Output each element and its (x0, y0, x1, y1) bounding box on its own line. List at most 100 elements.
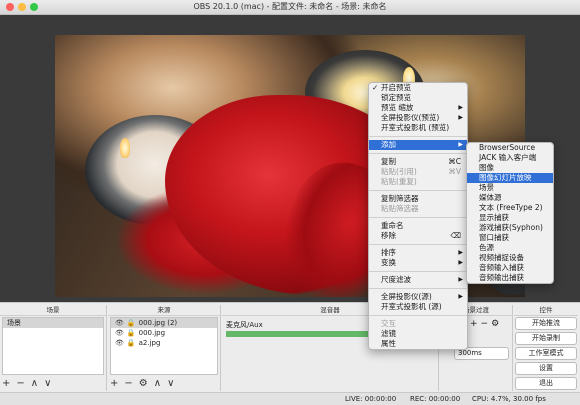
menu-item[interactable]: 锁定预览 (369, 93, 467, 103)
menu-item[interactable]: 变换 ▶ (369, 258, 467, 268)
menu-item-label: 预览 缩放 (381, 103, 414, 112)
menu-item[interactable]: 复制筛选器 (369, 194, 467, 204)
context-menu: ✓ 开启预览 锁定预览 预览 缩放 ▶ 全屏投影仪(预览) ▶ 开室式投影机 (预览) 添加 ▶ 复… (368, 82, 468, 350)
sources-list[interactable]: 👁 🔒 000.jpg (2) 👁 🔒 000.jpg 👁 🔒 a2.jpg (110, 317, 218, 375)
menu-item[interactable]: 复制 ⌘C (369, 157, 467, 167)
eye-icon[interactable]: 👁 (115, 328, 124, 338)
studio-mode-button[interactable]: 工作室模式 (515, 347, 577, 360)
eye-icon[interactable]: 👁 (115, 338, 124, 348)
menu-separator (369, 153, 467, 154)
menu-separator (369, 190, 467, 191)
controls-header: 控件 (514, 305, 578, 316)
list-item[interactable]: 👁 🔒 000.jpg (2) (111, 318, 217, 328)
move-up-icon[interactable]: ∧ (154, 378, 161, 389)
menu-item-label: 视频捕捉设备 (479, 253, 524, 262)
menu-item[interactable]: 游戏捕获(Syphon) (467, 223, 553, 233)
menu-item-label: 媒体源 (479, 193, 502, 202)
menu-item[interactable]: 开室式投影机 (源) (369, 302, 467, 312)
source-name: 000.jpg (2) (138, 319, 178, 327)
eye-icon[interactable]: 👁 (115, 318, 124, 328)
menu-item[interactable]: 尺度滤波 ▶ (369, 275, 467, 285)
menu-separator (369, 315, 467, 316)
checkmark-icon: ✓ (372, 83, 379, 92)
menu-item[interactable]: 音频输入捕获 (467, 263, 553, 273)
menu-item[interactable]: 排序 ▶ (369, 248, 467, 258)
minimize-window-button[interactable] (18, 3, 26, 11)
menu-item-label: 色源 (479, 243, 494, 252)
menu-item[interactable]: 媒体源 (467, 193, 553, 203)
settings-button[interactable]: 设置 (515, 362, 577, 375)
remove-icon[interactable]: − (481, 319, 489, 329)
menu-item[interactable]: 音频输出捕获 (467, 273, 553, 283)
menu-item-label: 文本 (FreeType 2) (479, 203, 543, 212)
source-name: 000.jpg (138, 329, 166, 337)
scenes-list[interactable]: 场景 (2, 317, 104, 375)
start-recording-button[interactable]: 开始录制 (515, 332, 577, 345)
menu-item[interactable]: 窗口捕获 (467, 233, 553, 243)
menu-item[interactable]: ✓ 开启预览 (369, 83, 467, 93)
menu-item-label: 复制筛选器 (381, 194, 419, 203)
close-window-button[interactable] (6, 3, 14, 11)
menu-item-label: 图像 (479, 163, 494, 172)
menu-item-label: 重命名 (381, 221, 404, 230)
menu-item[interactable]: BrowserSource (467, 143, 553, 153)
menu-separator (369, 271, 467, 272)
gear-icon[interactable]: ⚙ (491, 319, 499, 329)
menu-item[interactable]: 预览 缩放 ▶ (369, 103, 467, 113)
source-name: a2.jpg (138, 339, 161, 347)
menu-item-label: 移除 (381, 231, 396, 240)
menu-item[interactable]: 显示捕获 (467, 213, 553, 223)
menu-item-label: 复制 (381, 157, 396, 166)
menu-item-label: 锁定预览 (381, 93, 411, 102)
add-icon[interactable]: + (2, 378, 10, 389)
menu-separator (369, 217, 467, 218)
menu-item[interactable]: 文本 (FreeType 2) (467, 203, 553, 213)
menu-item-label: BrowserSource (479, 143, 536, 152)
menu-item-label: 粘贴(引用) (381, 167, 417, 176)
lock-icon[interactable]: 🔒 (127, 338, 136, 348)
menu-item[interactable]: 图像 (467, 163, 553, 173)
exit-button[interactable]: 退出 (515, 377, 577, 390)
menu-item-label: 滤镜 (381, 329, 396, 338)
list-item[interactable]: 👁 🔒 000.jpg (111, 328, 217, 338)
menu-item[interactable]: 移除 ⌫ (369, 231, 467, 241)
scenes-panel: 场景 场景 + − ∧ ∨ (0, 305, 107, 391)
menu-item-label: 场景 (479, 183, 494, 192)
menu-item[interactable]: 属性 (369, 339, 467, 349)
menu-item[interactable]: 添加 ▶ (369, 140, 467, 150)
shortcut-label: ⌫ (450, 231, 461, 240)
submenu-arrow-icon: ▶ (458, 104, 463, 111)
status-bar: LIVE: 00:00:00 REC: 00:00:00 CPU: 4.7%, … (0, 392, 580, 405)
menu-item-label: 尺度滤波 (381, 275, 411, 284)
window-title: OBS 20.1.0 (mac) - 配置文件: 未命名 - 场景: 未命名 (193, 2, 387, 11)
remove-icon[interactable]: − (124, 378, 132, 389)
move-down-icon[interactable]: ∨ (167, 378, 174, 389)
add-icon[interactable]: + (470, 319, 478, 329)
menu-item[interactable]: 全屏投影仪(源) ▶ (369, 292, 467, 302)
lock-icon[interactable]: 🔒 (127, 328, 136, 338)
remove-icon[interactable]: − (16, 378, 24, 389)
start-streaming-button[interactable]: 开始推流 (515, 317, 577, 330)
list-item[interactable]: 场景 (3, 318, 103, 328)
menu-item[interactable]: 图像幻灯片放映 (467, 173, 553, 183)
menu-item-label: 变换 (381, 258, 396, 267)
menu-item[interactable]: 开室式投影机 (预览) (369, 123, 467, 133)
list-item[interactable]: 👁 🔒 a2.jpg (111, 338, 217, 348)
submenu-arrow-icon: ▶ (458, 249, 463, 256)
menu-item-label: 开室式投影机 (预览) (381, 123, 450, 132)
move-down-icon[interactable]: ∨ (44, 378, 51, 389)
menu-item[interactable]: 重命名 (369, 221, 467, 231)
gear-icon[interactable]: ⚙ (139, 378, 148, 389)
add-icon[interactable]: + (110, 378, 118, 389)
menu-item: 粘贴(重复) (369, 177, 467, 187)
lock-icon[interactable]: 🔒 (127, 318, 136, 328)
menu-item[interactable]: 全屏投影仪(预览) ▶ (369, 113, 467, 123)
menu-item[interactable]: 色源 (467, 243, 553, 253)
shortcut-label: ⌘C (448, 157, 461, 166)
menu-item[interactable]: 滤镜 (369, 329, 467, 339)
menu-item[interactable]: 视频捕捉设备 (467, 253, 553, 263)
menu-item[interactable]: 场景 (467, 183, 553, 193)
menu-item[interactable]: JACK 输入客户端 (467, 153, 553, 163)
move-up-icon[interactable]: ∧ (31, 378, 38, 389)
zoom-window-button[interactable] (30, 3, 38, 11)
